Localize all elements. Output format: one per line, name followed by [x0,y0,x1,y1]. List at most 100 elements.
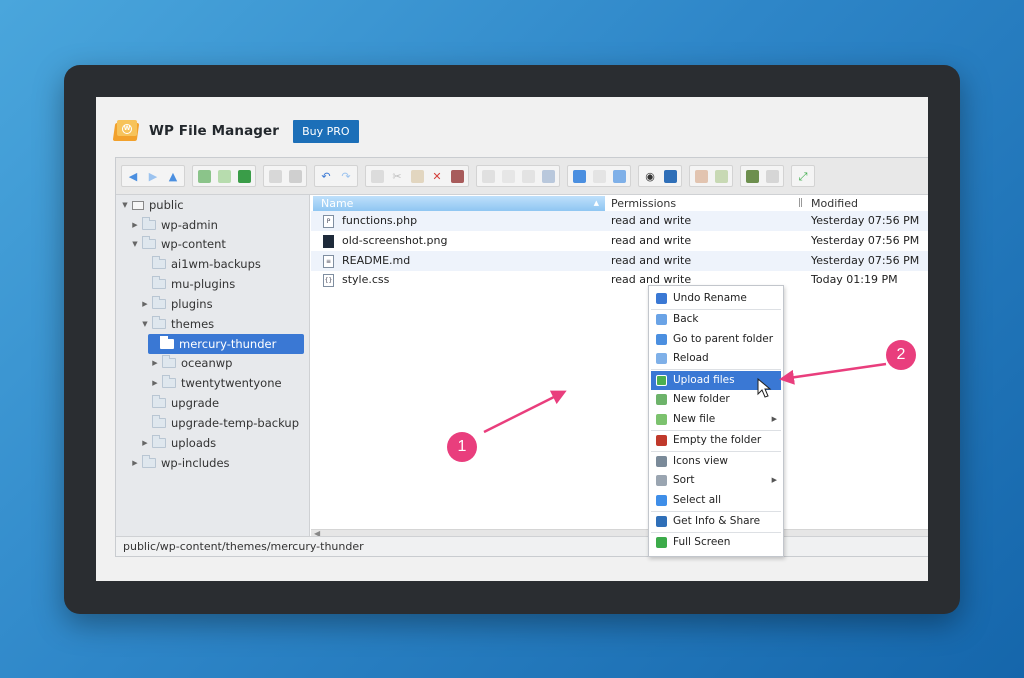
forward-icon[interactable]: ▶ [144,167,162,185]
file-row[interactable]: P functions.php read and write Yesterday… [311,211,928,231]
context-menu: Undo Rename Back Go to parent folder Rel… [648,285,784,557]
rename-icon[interactable] [499,167,517,185]
collapse-arrow-icon[interactable]: ▼ [130,240,140,248]
column-modified[interactable]: Modified [811,196,858,211]
file-name: old-screenshot.png [342,234,448,247]
toolbar-group-layout [740,165,784,187]
column-name[interactable]: Name ▲ [313,196,605,211]
new-folder-icon[interactable] [195,167,213,185]
sort-icon[interactable] [763,167,781,185]
toolbar-group-files [192,165,256,187]
extract-icon[interactable] [692,167,710,185]
menu-item-undo-rename[interactable]: Undo Rename [651,289,781,308]
undo-icon[interactable]: ↶ [317,167,335,185]
tree-label: twentytwentyone [181,376,282,390]
menu-item-sort[interactable]: Sort ▶ [651,471,781,490]
resize-icon[interactable] [539,167,557,185]
select-invert-icon[interactable] [610,167,628,185]
tree-label: themes [171,317,215,331]
duplicate-icon[interactable] [479,167,497,185]
menu-divider [651,369,781,370]
preview-eye-icon[interactable]: ◉ [641,167,659,185]
info-icon[interactable] [661,167,679,185]
tree-item-themes[interactable]: ▼ themes [140,314,214,334]
tree-item-upgrade-temp-backup[interactable]: upgrade-temp-backup [140,413,299,433]
file-name: functions.php [342,214,418,227]
new-file-icon[interactable] [215,167,233,185]
expand-arrow-icon[interactable]: ▶ [140,300,150,308]
tree-item-twentytwentyone[interactable]: ▶ twentytwentyone [150,373,282,393]
fullscreen-icon[interactable]: ⤢ [794,167,812,185]
paste-icon[interactable] [408,167,426,185]
tree-item-uploads[interactable]: ▶ uploads [140,433,216,453]
menu-item-new-file[interactable]: New file ▶ [651,410,781,429]
tree-item-plugins[interactable]: ▶ plugins [140,294,213,314]
download-icon[interactable] [286,167,304,185]
tree-label: plugins [171,297,213,311]
expand-arrow-icon[interactable]: ▶ [150,379,160,387]
cut-icon[interactable]: ✂ [388,167,406,185]
open-icon[interactable] [266,167,284,185]
css-file-icon: {} [323,274,334,287]
back-icon[interactable]: ◀ [124,167,142,185]
file-row[interactable]: old-screenshot.png read and write Yester… [311,231,928,251]
expand-arrow-icon[interactable]: ▶ [130,221,140,229]
column-resize-handle[interactable] [799,198,802,207]
menu-item-parent-folder[interactable]: Go to parent folder [651,330,781,349]
tree-item-mercury-thunder[interactable]: mercury-thunder [148,334,304,354]
redo-icon[interactable]: ↷ [337,167,355,185]
menu-label: Sort [673,474,695,486]
menu-item-back[interactable]: Back [651,310,781,329]
menu-item-empty-folder[interactable]: Empty the folder [651,431,781,450]
file-row[interactable]: {} style.css read and write Today 01:19 … [311,270,928,290]
menu-label: Upload files [673,374,735,386]
back-arrow-icon [656,314,667,325]
archive-icon[interactable] [712,167,730,185]
menu-item-select-all[interactable]: Select all [651,491,781,510]
tree-item-wp-includes[interactable]: ▶ wp-includes [130,453,230,473]
tree-label: upgrade [171,396,220,410]
expand-arrow-icon[interactable]: ▶ [150,359,160,367]
toolbar-group-nav: ◀ ▶ ▲ [121,165,185,187]
delete-icon[interactable]: ✕ [428,167,446,185]
menu-item-reload[interactable]: Reload [651,349,781,368]
up-icon[interactable]: ▲ [164,167,182,185]
tree-label: wp-includes [161,456,230,470]
tree-item-upgrade[interactable]: upgrade [140,393,219,413]
status-path: public/wp-content/themes/mercury-thunder [116,536,928,556]
tree-item-oceanwp[interactable]: ▶ oceanwp [150,353,232,373]
undo-icon [656,293,667,304]
folder-icon [152,256,166,269]
expand-arrow-icon[interactable]: ▶ [130,459,140,467]
menu-item-new-folder[interactable]: New folder [651,390,781,409]
file-row[interactable]: ≡ README.md read and write Yesterday 07:… [311,251,928,271]
tree-label: wp-content [161,237,226,251]
icons-view-icon[interactable] [743,167,761,185]
column-permissions[interactable]: Permissions [611,196,676,211]
toolbar-group-archive [689,165,733,187]
select-all-icon[interactable] [570,167,588,185]
collapse-arrow-icon[interactable]: ▼ [120,201,130,209]
tree-label: mercury-thunder [179,337,277,351]
folder-icon [162,355,176,368]
tree-item-wp-admin[interactable]: ▶ wp-admin [130,215,218,235]
edit-icon[interactable] [519,167,537,185]
tree-item-public[interactable]: ▼ public [120,195,183,215]
upload-icon[interactable] [235,167,253,185]
empty-icon[interactable] [448,167,466,185]
menu-item-get-info[interactable]: Get Info & Share [651,512,781,531]
collapse-arrow-icon[interactable]: ▼ [140,320,150,328]
file-list[interactable]: Name ▲ Permissions Modified P functions.… [311,195,928,538]
menu-item-full-screen[interactable]: Full Screen [651,533,781,552]
copy-icon[interactable] [368,167,386,185]
tree-item-ai1wm-backups[interactable]: ai1wm-backups [140,254,261,274]
tree-item-wp-content[interactable]: ▼ wp-content [130,234,226,254]
menu-item-icons-view[interactable]: Icons view [651,452,781,471]
buy-pro-button[interactable]: Buy PRO [293,119,359,143]
expand-arrow-icon[interactable]: ▶ [140,439,150,447]
menu-item-upload-files[interactable]: Upload files [651,371,781,390]
tree-item-mu-plugins[interactable]: mu-plugins [140,274,235,294]
folder-tree: ▼ public ▶ wp-admin ▼ wp-content ai1wm-b… [116,195,310,538]
select-none-icon[interactable] [590,167,608,185]
toolbar-group-tools [476,165,560,187]
